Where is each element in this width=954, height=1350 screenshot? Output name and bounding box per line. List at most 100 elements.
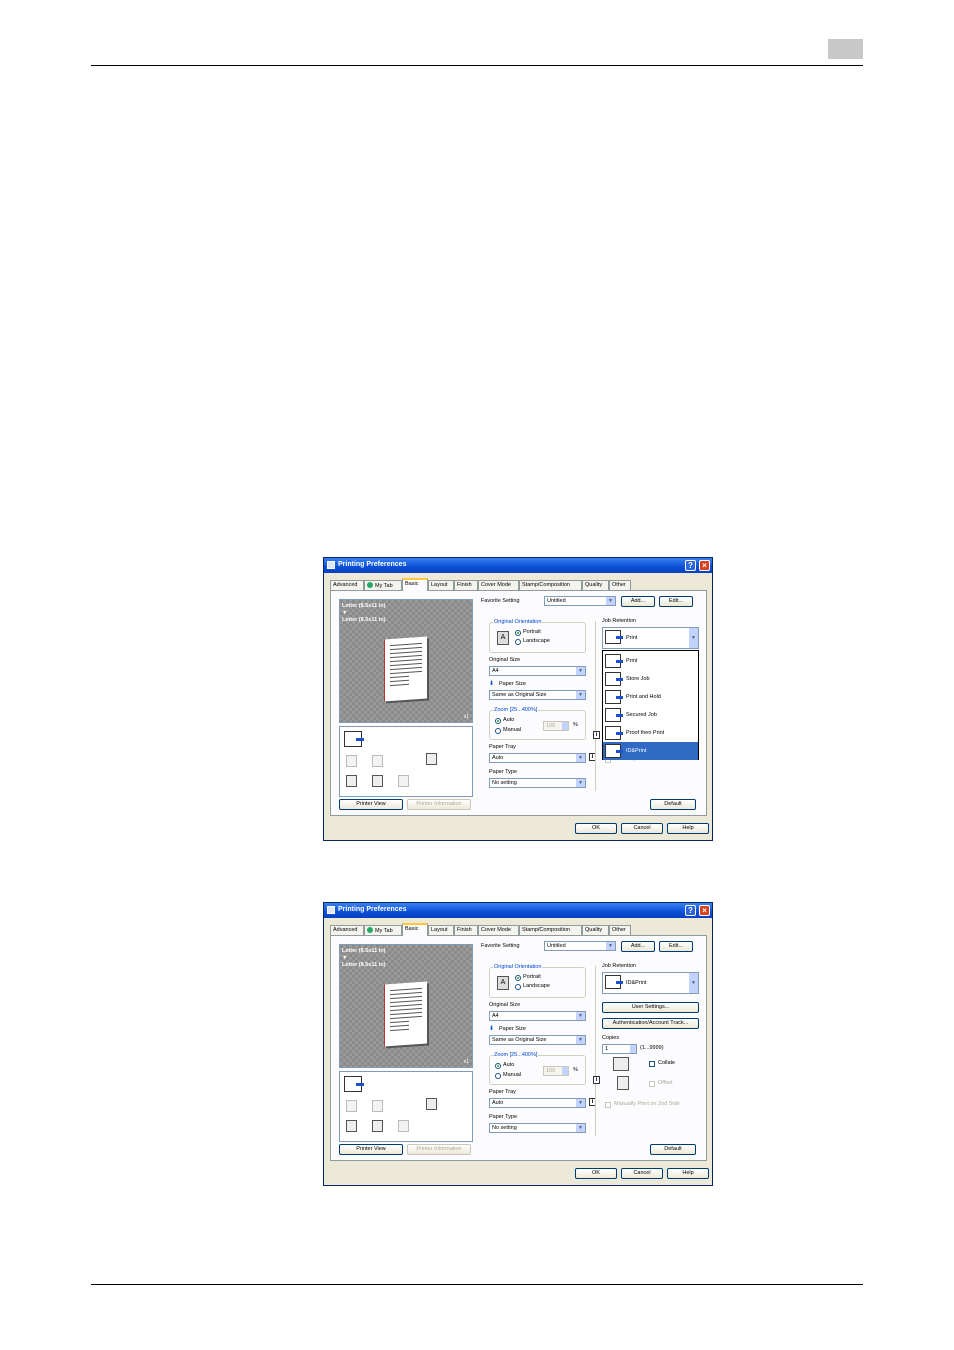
zoom-auto-radio[interactable] bbox=[495, 718, 501, 724]
original-size-select[interactable]: A4 ▼ bbox=[489, 1011, 586, 1021]
offset-checkbox[interactable] bbox=[649, 1081, 655, 1087]
paper-tray-value: Auto bbox=[492, 1100, 504, 1106]
edit-favorite-button[interactable]: Edit... bbox=[659, 596, 693, 607]
user-icon bbox=[372, 1120, 383, 1132]
tab-advanced[interactable]: Advanced bbox=[330, 580, 364, 590]
column-separator bbox=[595, 966, 596, 1136]
tab-basic[interactable]: Basic bbox=[402, 578, 428, 591]
job-option-print[interactable]: Print bbox=[603, 652, 698, 670]
default-button[interactable]: Default bbox=[650, 1144, 696, 1155]
favorite-setting-select[interactable]: Untitled ▼ bbox=[544, 941, 616, 951]
header-rule bbox=[91, 65, 863, 66]
copies-stepper[interactable]: 1 bbox=[602, 1044, 637, 1054]
zoom-stepper[interactable]: 100 bbox=[543, 721, 569, 731]
tab-finish[interactable]: Finish bbox=[454, 925, 478, 935]
landscape-radio[interactable] bbox=[515, 639, 521, 645]
tab-my-tab[interactable]: My Tab bbox=[364, 580, 402, 590]
tab-advanced[interactable]: Advanced bbox=[330, 925, 364, 935]
printer-information-button[interactable]: Printer Information bbox=[407, 799, 471, 810]
tab-cover-mode[interactable]: Cover Mode bbox=[478, 925, 519, 935]
preview-document bbox=[384, 636, 427, 702]
job-retention-info-icon[interactable]: i bbox=[593, 1076, 600, 1084]
tab-my-tab[interactable]: My Tab bbox=[364, 925, 402, 935]
paper-size-select[interactable]: Same as Original Size ▼ bbox=[489, 1035, 586, 1045]
tab-basic[interactable]: Basic bbox=[402, 923, 428, 936]
job-option-print-and-hold[interactable]: Print and Hold bbox=[603, 688, 698, 706]
ok-button[interactable]: OK bbox=[575, 823, 617, 834]
add-favorite-button[interactable]: Add... bbox=[621, 941, 655, 952]
paper-type-select[interactable]: No setting ▼ bbox=[489, 778, 586, 788]
tab-quality[interactable]: Quality bbox=[582, 925, 609, 935]
job-option-secured-job-label: Secured Job bbox=[626, 712, 657, 718]
tab-stamp-composition[interactable]: Stamp/Composition bbox=[519, 580, 582, 590]
help-icon[interactable]: ? bbox=[685, 560, 696, 571]
tab-layout[interactable]: Layout bbox=[428, 925, 454, 935]
paper-tray-select[interactable]: Auto ▼ bbox=[489, 1098, 586, 1108]
person-icon bbox=[367, 927, 373, 933]
job-option-print-label: Print bbox=[626, 658, 638, 664]
job-retention-select[interactable]: Print ▼ bbox=[602, 627, 699, 649]
title-bar[interactable]: Printing Preferences ? × bbox=[324, 558, 712, 573]
title-bar[interactable]: Printing Preferences ? × bbox=[324, 903, 712, 918]
portrait-radio[interactable] bbox=[515, 975, 521, 981]
zoom-manual-radio[interactable] bbox=[495, 728, 501, 734]
tab-cover-mode[interactable]: Cover Mode bbox=[478, 580, 519, 590]
printer-view-button[interactable]: Printer View bbox=[339, 799, 403, 810]
job-retention-select[interactable]: ID&Print ▼ bbox=[602, 972, 699, 994]
default-button[interactable]: Default bbox=[650, 799, 696, 810]
job-option-store-job[interactable]: Store Job bbox=[603, 670, 698, 688]
staple-icon bbox=[372, 755, 383, 767]
zoom-value: 100 bbox=[546, 723, 556, 729]
paper-size-label: Paper Size bbox=[499, 1026, 526, 1032]
zoom-stepper[interactable]: 100 bbox=[543, 1066, 569, 1076]
paper-type-select[interactable]: No setting ▼ bbox=[489, 1123, 586, 1133]
spin-arrows-icon bbox=[562, 1067, 568, 1075]
printer-information-button[interactable]: Printer Information bbox=[407, 1144, 471, 1155]
manual-2nd-side-checkbox[interactable] bbox=[605, 1102, 611, 1108]
original-size-label: Original Size bbox=[489, 1002, 521, 1008]
edit-favorite-button[interactable]: Edit... bbox=[659, 941, 693, 952]
printer-view-button[interactable]: Printer View bbox=[339, 1144, 403, 1155]
close-icon[interactable]: × bbox=[699, 905, 710, 916]
tab-other[interactable]: Other bbox=[609, 925, 631, 935]
job-option-secured-job[interactable]: Secured Job bbox=[603, 706, 698, 724]
favorite-setting-select[interactable]: Untitled ▼ bbox=[544, 596, 616, 606]
chevron-down-icon: ▼ bbox=[576, 1012, 585, 1020]
tab-other[interactable]: Other bbox=[609, 580, 631, 590]
tab-quality[interactable]: Quality bbox=[582, 580, 609, 590]
portrait-radio[interactable] bbox=[515, 630, 521, 636]
landscape-radio[interactable] bbox=[515, 984, 521, 990]
job-retention-info-icon[interactable]: i bbox=[593, 731, 600, 739]
help-icon[interactable]: ? bbox=[685, 905, 696, 916]
tab-stamp-composition[interactable]: Stamp/Composition bbox=[519, 925, 582, 935]
job-option-proof-then-print[interactable]: Proof then Print bbox=[603, 724, 698, 742]
user-settings-button[interactable]: User Settings... bbox=[602, 1002, 699, 1013]
tab-layout[interactable]: Layout bbox=[428, 580, 454, 590]
preview-paper-size: Letter (8.5x11 in) bbox=[342, 962, 386, 968]
zoom-auto-radio[interactable] bbox=[495, 1063, 501, 1069]
authentication-account-track-button[interactable]: Authentication/Account Track... bbox=[602, 1018, 699, 1029]
paper-size-select[interactable]: Same as Original Size ▼ bbox=[489, 690, 586, 700]
close-icon[interactable]: × bbox=[699, 560, 710, 571]
zoom-manual-radio[interactable] bbox=[495, 1073, 501, 1079]
paper-tray-select[interactable]: Auto ▼ bbox=[489, 753, 586, 763]
cancel-button[interactable]: Cancel bbox=[621, 1168, 663, 1179]
original-orientation-label: Original Orientation bbox=[493, 619, 543, 625]
cancel-button[interactable]: Cancel bbox=[621, 823, 663, 834]
paper-tray-label: Paper Tray bbox=[489, 744, 516, 750]
zoom-value: 100 bbox=[546, 1068, 556, 1074]
ok-button[interactable]: OK bbox=[575, 1168, 617, 1179]
id-print-job-icon bbox=[344, 1076, 364, 1092]
help-button[interactable]: Help bbox=[667, 1168, 709, 1179]
collate-checkbox[interactable] bbox=[649, 1061, 655, 1067]
add-favorite-button[interactable]: Add... bbox=[621, 596, 655, 607]
help-button[interactable]: Help bbox=[667, 823, 709, 834]
tab-my-tab-label: My Tab bbox=[375, 583, 393, 589]
tab-finish[interactable]: Finish bbox=[454, 580, 478, 590]
preview-original-size: Letter (8.5x11 in) bbox=[342, 603, 386, 609]
chevron-down-icon: ▼ bbox=[576, 667, 585, 675]
job-option-id-print[interactable]: ID&Print bbox=[603, 742, 698, 760]
original-size-value: A4 bbox=[492, 668, 499, 674]
punch-icon bbox=[426, 1098, 437, 1110]
original-size-select[interactable]: A4 ▼ bbox=[489, 666, 586, 676]
